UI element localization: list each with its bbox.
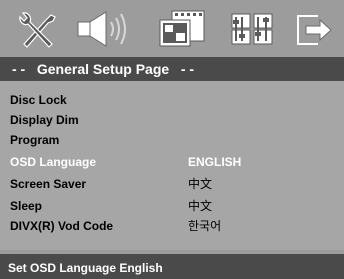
menu-item-label: Disc Lock (10, 93, 67, 107)
setup-menu-screen: - - General Setup Page - - Disc Lock Dis… (0, 0, 344, 279)
menu-item-program[interactable]: Program (0, 130, 344, 151)
option-chinese-simplified[interactable]: 中文 (188, 174, 212, 195)
menu-item-label: OSD Language (10, 155, 97, 169)
menu-item-disc-lock[interactable]: Disc Lock (0, 90, 344, 111)
option-english[interactable]: ENGLISH (188, 152, 241, 173)
menu-item-sleep[interactable]: Sleep 中文 (0, 196, 344, 217)
exit-setup-icon[interactable] (292, 8, 334, 50)
setup-options-list: Disc Lock Display Dim Program OSD Langua… (0, 81, 344, 250)
menu-item-screen-saver[interactable]: Screen Saver 中文 (0, 174, 344, 195)
menu-item-label: DIVX(R) Vod Code (10, 219, 114, 233)
option-korean[interactable]: 한국어 (188, 216, 221, 237)
page-title: - - General Setup Page - - (0, 57, 344, 81)
menu-item-display-dim[interactable]: Display Dim (0, 110, 344, 131)
general-setup-icon[interactable] (18, 8, 58, 50)
status-bar: Set OSD Language English (0, 254, 344, 279)
menu-item-label: Display Dim (10, 113, 79, 127)
video-setup-icon[interactable] (154, 8, 210, 50)
menu-item-label: Screen Saver (10, 177, 87, 191)
menu-item-divx-vod-code[interactable]: DIVX(R) Vod Code 한국어 (0, 216, 344, 237)
menu-item-label: Sleep (10, 199, 43, 213)
menu-item-label: Program (10, 133, 60, 147)
option-chinese-traditional[interactable]: 中文 (188, 196, 212, 217)
preference-setup-icon[interactable] (226, 8, 278, 50)
setup-category-bar (0, 0, 344, 56)
menu-item-osd-language[interactable]: OSD Language ENGLISH (0, 152, 344, 173)
audio-setup-icon[interactable] (74, 8, 136, 50)
